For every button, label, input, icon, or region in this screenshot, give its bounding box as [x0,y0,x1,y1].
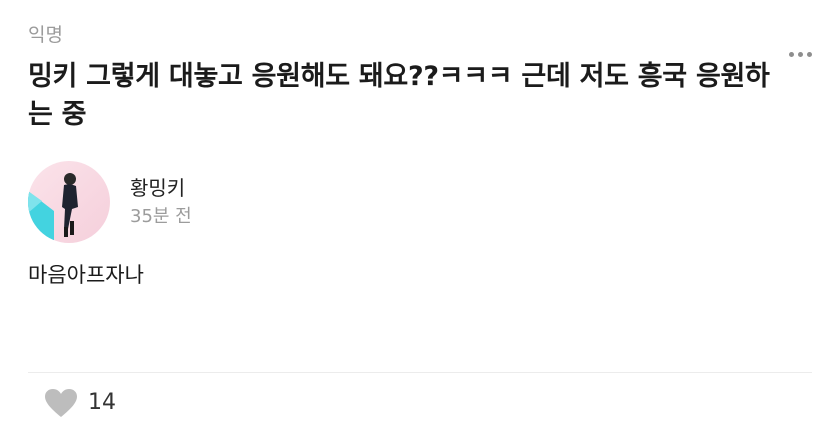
comment-timestamp: 35분 전 [130,206,192,227]
more-dot-icon [789,51,794,57]
comment-body: 마음아프자나 [28,263,144,287]
divider [28,372,812,373]
like-button[interactable]: 14 [44,388,116,418]
heart-icon [45,389,77,417]
avatar-image [28,161,110,243]
comment-author-meta: 황밍키 35분 전 [130,174,192,230]
post-title: 밍키 그렇게 대놓고 응원해도 돼요??ㅋㅋㅋ 근데 저도 흥국 응원하는 중 [28,61,770,130]
more-dot-icon [807,51,812,57]
post-header: 익명 [28,22,812,57]
comment-author-row: 황밍키 35분 전 [28,160,192,244]
comment-author-name[interactable]: 황밍키 [130,174,192,202]
post-author-label: 익명 [28,24,63,46]
avatar[interactable] [28,161,110,243]
more-dot-icon [798,51,803,57]
like-count: 14 [88,390,116,415]
